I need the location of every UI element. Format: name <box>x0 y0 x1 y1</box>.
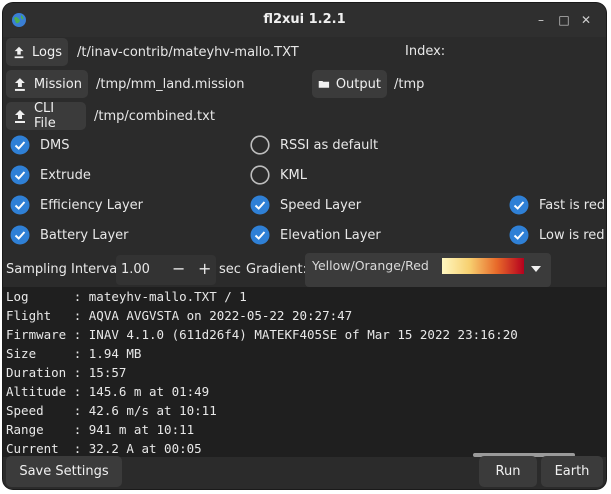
save-settings-label: Save Settings <box>19 464 109 479</box>
cli-file-label: CLI File <box>33 101 56 131</box>
increment-button[interactable]: + <box>198 259 211 278</box>
logs-path-field[interactable]: /t/inav-contrib/mateyhv-mallo.TXT <box>77 38 387 66</box>
upload-icon <box>14 78 25 91</box>
low-is-red-checkbox[interactable] <box>509 225 529 245</box>
index-label: Index: <box>405 44 446 59</box>
kml-checkbox[interactable] <box>250 165 270 185</box>
log-line: Firmware : INAV 4.1.0 (611d26f4) MATEKF4… <box>6 327 518 342</box>
low-is-red-label: Low is red <box>539 228 605 243</box>
output-button[interactable]: Output <box>312 70 387 98</box>
close-icon: ✕ <box>580 13 592 27</box>
output-label: Output <box>335 76 381 92</box>
upload-icon <box>14 110 25 123</box>
extrude-checkbox[interactable] <box>10 165 30 185</box>
log-line: Duration : 15:57 <box>6 365 127 380</box>
fast-is-red-label: Fast is red <box>539 198 606 213</box>
chevron-down-icon <box>531 266 541 272</box>
decrement-button[interactable]: − <box>172 259 185 278</box>
fast-is-red-checkbox[interactable] <box>509 195 529 215</box>
output-path-field[interactable]: /tmp <box>394 70 594 98</box>
output-path: /tmp <box>394 76 425 92</box>
run-button[interactable]: Run <box>479 456 537 487</box>
gradient-swatch <box>442 258 524 274</box>
log-line: Speed : 42.6 m/s at 10:11 <box>6 403 217 418</box>
log-line: Flight : AQVA AVGVSTA on 2022-05-22 20:2… <box>6 308 353 323</box>
sampling-interval-value: 1.00 <box>121 262 150 277</box>
log-line: Range : 941 m at 10:11 <box>6 422 195 437</box>
earth-button[interactable]: Earth <box>541 456 603 487</box>
cli-path: /tmp/combined.txt <box>94 108 215 124</box>
rssi-label: RSSI as default <box>280 138 379 153</box>
app-window: fl2xui 1.2.1 – □ ✕ Logs /t/inav-contrib/… <box>3 3 606 489</box>
efficiency-layer-checkbox[interactable] <box>10 195 30 215</box>
log-line: Log : mateyhv-mallo.TXT / 1 <box>6 289 247 304</box>
logs-label: Logs <box>32 44 62 60</box>
window-title: fl2xui 1.2.1 <box>263 12 346 27</box>
close-button[interactable]: ✕ <box>578 12 594 28</box>
title-bar: fl2xui 1.2.1 – □ ✕ <box>3 3 606 37</box>
minimize-button[interactable]: – <box>533 12 549 28</box>
mission-label: Mission <box>33 76 82 92</box>
efficiency-layer-label: Efficiency Layer <box>40 198 143 213</box>
sampling-interval-spinbox[interactable]: 1.00 − + <box>116 255 216 285</box>
kml-label: KML <box>280 168 307 183</box>
dms-label: DMS <box>40 138 70 153</box>
earth-label: Earth <box>554 464 590 479</box>
cli-path-field[interactable]: /tmp/combined.txt <box>94 102 344 130</box>
maximize-icon: □ <box>558 13 570 27</box>
speed-layer-label: Speed Layer <box>280 198 362 213</box>
rssi-checkbox[interactable] <box>250 135 270 155</box>
battery-layer-checkbox[interactable] <box>10 225 30 245</box>
gradient-label: Gradient: <box>246 262 307 277</box>
folder-icon <box>318 81 330 88</box>
log-output[interactable]: Log : mateyhv-mallo.TXT / 1 Flight : AQV… <box>3 287 606 457</box>
maximize-button[interactable]: □ <box>556 12 572 28</box>
dms-checkbox[interactable] <box>10 135 30 155</box>
logs-path: /t/inav-contrib/mateyhv-mallo.TXT <box>77 44 299 60</box>
run-label: Run <box>495 464 521 479</box>
extrude-label: Extrude <box>40 168 91 183</box>
speed-layer-checkbox[interactable] <box>250 195 270 215</box>
gradient-combobox[interactable]: Yellow/Orange/Red <box>305 253 551 287</box>
gradient-value: Yellow/Orange/Red <box>312 258 429 273</box>
sampling-interval-label: Sampling Interval <box>6 262 121 277</box>
elevation-layer-label: Elevation Layer <box>280 228 381 243</box>
logs-button[interactable]: Logs <box>6 38 68 66</box>
mission-path: /tmp/mm_land.mission <box>96 76 245 92</box>
log-line: Altitude : 145.6 m at 01:49 <box>6 384 210 399</box>
log-line: Size : 1.94 MB <box>6 346 142 361</box>
minimize-icon: – <box>538 13 544 27</box>
sampling-unit-label: sec <box>219 262 241 277</box>
mission-path-field[interactable]: /tmp/mm_land.mission <box>96 70 306 98</box>
index-field[interactable] <box>449 38 599 66</box>
elevation-layer-checkbox[interactable] <box>250 225 270 245</box>
mission-button[interactable]: Mission <box>6 70 88 98</box>
battery-layer-label: Battery Layer <box>40 228 129 243</box>
save-settings-button[interactable]: Save Settings <box>6 456 122 487</box>
cli-file-button[interactable]: CLI File <box>6 101 86 131</box>
upload-icon <box>14 46 24 59</box>
